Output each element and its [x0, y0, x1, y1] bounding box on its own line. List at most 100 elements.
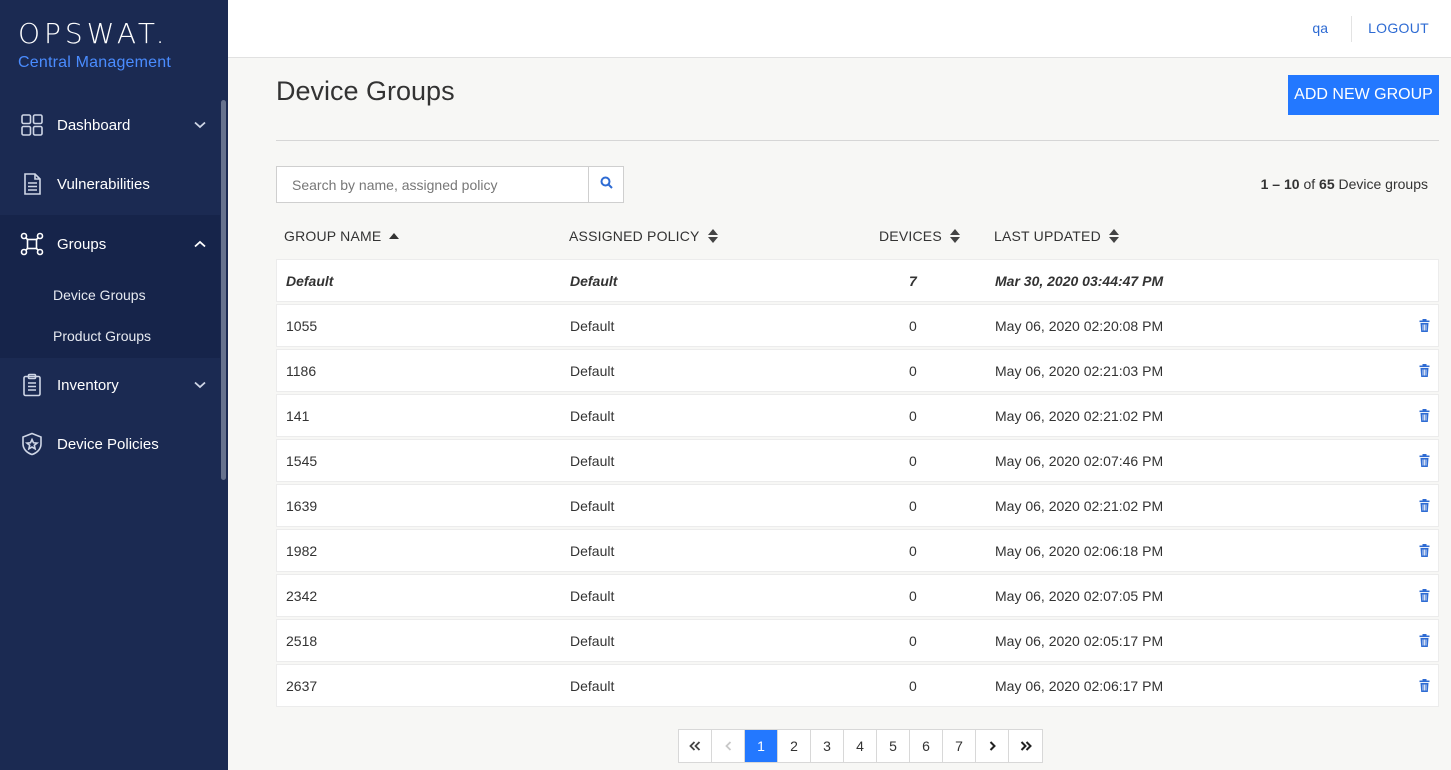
header-label: LAST UPDATED — [994, 228, 1101, 244]
page-button-5[interactable]: 5 — [877, 730, 910, 762]
cell-assigned-policy: Default — [570, 273, 618, 289]
sidebar-item-device-policies[interactable]: Device Policies — [0, 415, 220, 473]
document-icon — [20, 172, 44, 196]
table-row[interactable]: 2637 Default 0 May 06, 2020 02:06:17 PM — [276, 664, 1439, 707]
search-button[interactable] — [588, 167, 623, 202]
table-row[interactable]: 1055 Default 0 May 06, 2020 02:20:08 PM — [276, 304, 1439, 347]
table-row[interactable]: 141 Default 0 May 06, 2020 02:21:02 PM — [276, 394, 1439, 437]
cell-assigned-policy: Default — [570, 633, 615, 649]
cell-group-name: 1545 — [286, 453, 318, 469]
cell-group-name: 1639 — [286, 498, 318, 514]
trash-icon[interactable] — [1419, 634, 1430, 652]
column-header-assigned-policy[interactable]: ASSIGNED POLICY — [569, 228, 718, 244]
user-menu[interactable]: qa — [1312, 20, 1328, 36]
page-button-3[interactable]: 3 — [811, 730, 844, 762]
cell-devices: 0 — [909, 363, 917, 379]
sidebar-item-label: Dashboard — [57, 116, 131, 134]
chevron-down-icon — [190, 115, 210, 135]
sidebar-subitem-device-groups[interactable]: Device Groups — [53, 287, 146, 303]
sidebar-item-groups[interactable]: Groups — [0, 215, 220, 273]
trash-icon[interactable] — [1419, 319, 1430, 337]
page-button-6[interactable]: 6 — [910, 730, 943, 762]
brand: OPSWAT. Central Management — [18, 18, 171, 72]
logout-link[interactable]: LOGOUT — [1368, 20, 1429, 36]
page-title: Device Groups — [276, 76, 455, 106]
sidebar-item-dashboard[interactable]: Dashboard — [0, 96, 220, 154]
table-row[interactable]: 1982 Default 0 May 06, 2020 02:06:18 PM — [276, 529, 1439, 572]
sidebar: OPSWAT. Central Management Dashboard Vul… — [0, 0, 228, 770]
first-page-button[interactable] — [679, 730, 712, 762]
table-row[interactable]: 2518 Default 0 May 06, 2020 02:05:17 PM — [276, 619, 1439, 662]
double-chevron-right-icon — [1020, 738, 1032, 754]
cell-devices: 0 — [909, 318, 917, 334]
cell-group-name: 1055 — [286, 318, 318, 334]
header-label: GROUP NAME — [284, 228, 382, 244]
page-button-1[interactable]: 1 — [745, 730, 778, 762]
sidebar-subitem-product-groups[interactable]: Product Groups — [53, 328, 151, 344]
sort-icon — [1108, 229, 1119, 243]
chevron-down-icon — [190, 375, 210, 395]
sort-icon — [707, 229, 718, 243]
sidebar-scrollbar[interactable] — [221, 100, 226, 480]
sidebar-item-vulnerabilities[interactable]: Vulnerabilities — [0, 155, 220, 213]
top-bar: qa LOGOUT — [228, 0, 1451, 58]
cell-group-name: 2342 — [286, 588, 318, 604]
column-header-last-updated[interactable]: LAST UPDATED — [994, 228, 1119, 244]
chevron-left-icon — [724, 738, 732, 754]
count-range: 1 – 10 — [1260, 176, 1300, 192]
groups-icon — [20, 232, 44, 256]
sidebar-item-label: Vulnerabilities — [57, 175, 150, 193]
cell-devices: 0 — [909, 453, 917, 469]
last-page-button[interactable] — [1009, 730, 1042, 762]
cell-assigned-policy: Default — [570, 363, 615, 379]
cell-assigned-policy: Default — [570, 453, 615, 469]
trash-icon[interactable] — [1419, 544, 1430, 562]
search-box — [276, 166, 624, 203]
trash-icon[interactable] — [1419, 679, 1430, 697]
table-row[interactable]: 1639 Default 0 May 06, 2020 02:21:02 PM — [276, 484, 1439, 527]
double-chevron-left-icon — [689, 738, 701, 754]
cell-last-updated: May 06, 2020 02:20:08 PM — [995, 318, 1164, 334]
cell-assigned-policy: Default — [570, 543, 615, 559]
table-row[interactable]: 2342 Default 0 May 06, 2020 02:07:05 PM — [276, 574, 1439, 617]
count-suffix: Device groups — [1338, 176, 1429, 192]
search-icon — [600, 176, 613, 194]
previous-page-button[interactable] — [712, 730, 745, 762]
count-total: 65 — [1319, 176, 1335, 192]
column-header-group-name[interactable]: GROUP NAME — [284, 228, 400, 244]
sidebar-item-label: Inventory — [57, 376, 119, 394]
cell-devices: 0 — [909, 588, 917, 604]
count-of: of — [1303, 176, 1316, 192]
cell-assigned-policy: Default — [570, 588, 615, 604]
pagination: 1 2 3 4 5 6 7 — [678, 729, 1043, 763]
next-page-button[interactable] — [976, 730, 1009, 762]
page-button-4[interactable]: 4 — [844, 730, 877, 762]
cell-group-name: 2518 — [286, 633, 318, 649]
cell-last-updated: May 06, 2020 02:05:17 PM — [995, 633, 1164, 649]
table-row[interactable]: 1545 Default 0 May 06, 2020 02:07:46 PM — [276, 439, 1439, 482]
add-new-group-button[interactable]: ADD NEW GROUP — [1288, 75, 1439, 115]
cell-assigned-policy: Default — [570, 678, 615, 694]
trash-icon[interactable] — [1419, 454, 1430, 472]
divider — [276, 140, 1439, 141]
sort-icon — [949, 229, 960, 243]
cell-assigned-policy: Default — [570, 318, 615, 334]
column-header-devices[interactable]: DEVICES — [879, 228, 960, 244]
cell-devices: 0 — [909, 543, 917, 559]
sidebar-item-inventory[interactable]: Inventory — [0, 356, 220, 414]
dashboard-icon — [20, 113, 44, 137]
search-input[interactable] — [277, 167, 588, 202]
trash-icon[interactable] — [1419, 589, 1430, 607]
table-row[interactable]: Default Default 7 Mar 30, 2020 03:44:47 PM — [276, 259, 1439, 302]
cell-devices: 0 — [909, 633, 917, 649]
table-row[interactable]: 1186 Default 0 May 06, 2020 02:21:03 PM — [276, 349, 1439, 392]
trash-icon[interactable] — [1419, 364, 1430, 382]
cell-last-updated: May 06, 2020 02:07:46 PM — [995, 453, 1164, 469]
trash-icon[interactable] — [1419, 499, 1430, 517]
trash-icon[interactable] — [1419, 409, 1430, 427]
page-button-2[interactable]: 2 — [778, 730, 811, 762]
sidebar-item-label: Device Policies — [57, 435, 159, 453]
cell-last-updated: May 06, 2020 02:21:03 PM — [995, 363, 1164, 379]
header-label: DEVICES — [879, 228, 942, 244]
page-button-7[interactable]: 7 — [943, 730, 976, 762]
